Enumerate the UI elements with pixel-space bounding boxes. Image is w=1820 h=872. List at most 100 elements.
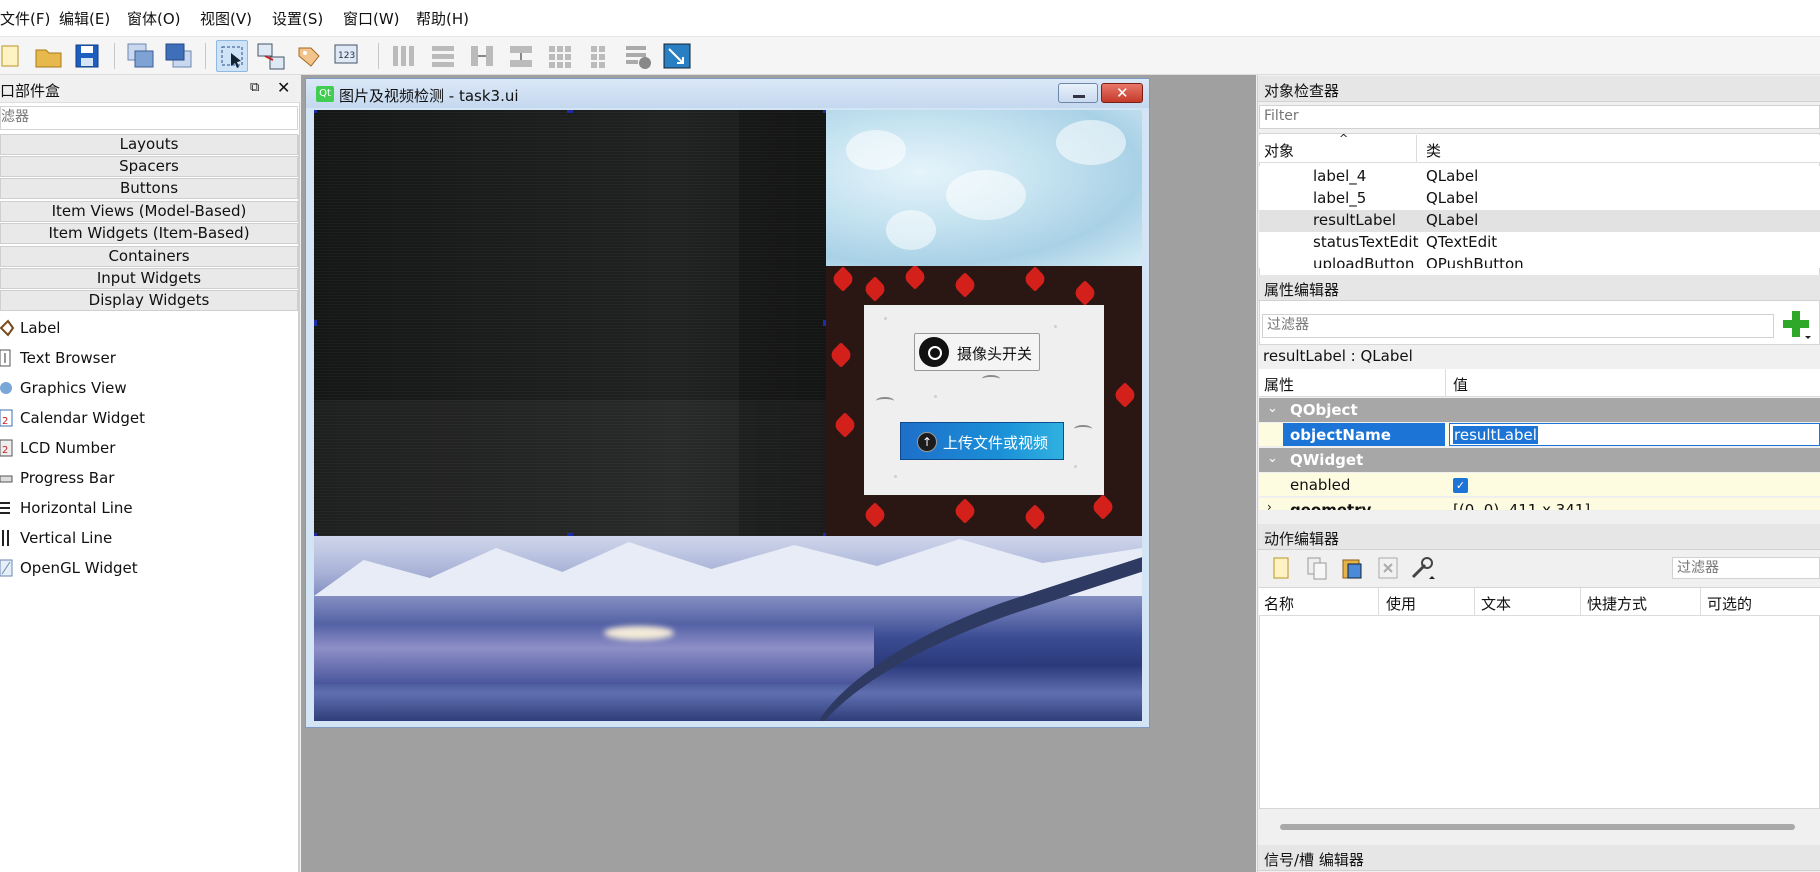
form-window[interactable]: Qt 图片及视频检测 - task3.ui ✕ 摄像头开关 ↑ 上传文件或视频 bbox=[305, 78, 1150, 728]
edit-tab-order-icon[interactable]: 123 bbox=[332, 40, 364, 72]
object-row[interactable]: statusTextEdit QTextEdit bbox=[1259, 232, 1820, 254]
menu-window[interactable]: 窗口(W) bbox=[343, 8, 400, 29]
widget-item-progress-bar[interactable]: Progress Bar bbox=[0, 463, 298, 493]
layout-grid-icon[interactable] bbox=[544, 40, 576, 72]
edit-widgets-icon[interactable] bbox=[216, 40, 248, 72]
widget-item-opengl[interactable]: OpenGL Widget bbox=[0, 553, 298, 583]
menu-help[interactable]: 帮助(H) bbox=[416, 8, 469, 29]
category-layouts[interactable]: Layouts bbox=[0, 134, 298, 155]
selection-handle[interactable] bbox=[567, 110, 573, 113]
paste-action-icon[interactable] bbox=[1339, 555, 1365, 581]
action-column-text[interactable]: 文本 bbox=[1481, 593, 1511, 614]
category-spacers[interactable]: Spacers bbox=[0, 156, 298, 177]
property-name: objectName bbox=[1290, 426, 1391, 444]
property-row-geometry[interactable]: › geometry [(0, 0), 411 x 341] bbox=[1259, 498, 1820, 511]
property-group-qobject[interactable]: ⌄ QObject bbox=[1259, 398, 1820, 422]
widget-box-filter[interactable] bbox=[0, 106, 298, 130]
class-column-header[interactable]: 类 bbox=[1426, 140, 1441, 161]
camera-toggle-button[interactable]: 摄像头开关 bbox=[914, 333, 1040, 371]
new-file-icon[interactable] bbox=[0, 40, 32, 72]
object-row[interactable]: uploadButton QPushButton bbox=[1259, 254, 1820, 268]
action-filter[interactable] bbox=[1672, 557, 1820, 579]
menu-form[interactable]: 窗体(O) bbox=[127, 8, 181, 29]
property-context: resultLabel : QLabel bbox=[1263, 347, 1413, 365]
float-icon[interactable]: ⧉ bbox=[250, 80, 259, 95]
property-value[interactable]: resultLabel bbox=[1453, 426, 1538, 444]
widget-item-vertical-line[interactable]: Vertical Line bbox=[0, 523, 298, 553]
action-column-checkable[interactable]: 可选的 bbox=[1707, 593, 1752, 614]
property-row-enabled[interactable]: enabled ✓ bbox=[1259, 473, 1820, 497]
edit-signals-slots-icon[interactable] bbox=[255, 40, 287, 72]
property-filter-input[interactable] bbox=[1263, 315, 1748, 335]
close-window-button[interactable]: ✕ bbox=[1101, 83, 1143, 103]
action-column-shortcut[interactable]: 快捷方式 bbox=[1587, 593, 1647, 614]
break-layout-icon[interactable] bbox=[622, 40, 654, 72]
selection-handle[interactable] bbox=[314, 320, 317, 326]
object-column-header[interactable]: 对象 bbox=[1264, 140, 1294, 161]
minimize-button[interactable] bbox=[1058, 83, 1098, 103]
widget-item-lcd-number[interactable]: 2 LCD Number bbox=[0, 433, 298, 463]
value-column-header[interactable]: 值 bbox=[1453, 374, 1468, 395]
open-folder-icon[interactable] bbox=[33, 40, 65, 72]
adjust-size-icon[interactable] bbox=[661, 40, 693, 72]
widget-item-label[interactable]: Label bbox=[0, 313, 298, 343]
action-filter-input[interactable] bbox=[1673, 558, 1812, 578]
menu-settings[interactable]: 设置(S) bbox=[272, 8, 323, 29]
object-row[interactable]: label_4 QLabel bbox=[1259, 166, 1820, 188]
configure-icon[interactable] bbox=[1409, 555, 1435, 581]
object-row-selected[interactable]: resultLabel QLabel bbox=[1259, 210, 1820, 232]
widget-item-calendar[interactable]: 2 Calendar Widget bbox=[0, 403, 298, 433]
layout-horizontal-icon[interactable] bbox=[388, 40, 420, 72]
property-column-header[interactable]: 属性 bbox=[1264, 374, 1294, 395]
maple-leaf bbox=[952, 498, 978, 524]
delete-action-icon[interactable] bbox=[1375, 555, 1401, 581]
widget-item-graphics-view[interactable]: Graphics View bbox=[0, 373, 298, 403]
category-item-widgets[interactable]: Item Widgets (Item-Based) bbox=[0, 223, 298, 244]
edit-buddies-icon[interactable] bbox=[293, 40, 325, 72]
enabled-checkbox[interactable]: ✓ bbox=[1453, 478, 1468, 493]
form-canvas[interactable]: 摄像头开关 ↑ 上传文件或视频 bbox=[314, 110, 1142, 721]
menu-file[interactable]: 文件(F) bbox=[0, 8, 50, 29]
upload-button[interactable]: ↑ 上传文件或视频 bbox=[900, 422, 1064, 460]
layout-form-icon[interactable] bbox=[583, 40, 615, 72]
action-column-name[interactable]: 名称 bbox=[1264, 593, 1294, 614]
widget-item-text-browser[interactable]: Text Browser bbox=[0, 343, 298, 373]
close-icon[interactable]: ✕ bbox=[277, 78, 290, 97]
add-dynamic-property-button[interactable] bbox=[1781, 309, 1811, 339]
property-filter[interactable] bbox=[1262, 314, 1774, 338]
category-buttons[interactable]: Buttons bbox=[0, 178, 298, 199]
object-inspector-filter-input[interactable] bbox=[1260, 106, 1792, 126]
property-name: geometry bbox=[1290, 501, 1372, 511]
property-row-objectname[interactable]: objectName resultLabel bbox=[1259, 423, 1820, 447]
action-column-used[interactable]: 使用 bbox=[1386, 593, 1416, 614]
bird-decoration bbox=[1074, 425, 1092, 433]
result-label-video-area[interactable] bbox=[314, 110, 826, 536]
new-action-icon[interactable] bbox=[1268, 555, 1294, 581]
save-icon[interactable] bbox=[72, 40, 104, 72]
object-row[interactable]: label_5 QLabel bbox=[1259, 188, 1820, 210]
category-containers[interactable]: Containers bbox=[0, 246, 298, 267]
copy-action-icon[interactable] bbox=[1304, 555, 1330, 581]
layout-vertical-icon[interactable] bbox=[427, 40, 459, 72]
send-to-back-icon[interactable] bbox=[125, 40, 157, 72]
collapse-icon[interactable]: ⌄ bbox=[1267, 401, 1278, 416]
menu-edit[interactable]: 编辑(E) bbox=[59, 8, 110, 29]
signal-slot-editor-title: 信号/槽 编辑器 bbox=[1264, 851, 1364, 869]
layout-vertical-splitter-icon[interactable] bbox=[505, 40, 537, 72]
selection-handle[interactable] bbox=[314, 110, 317, 113]
category-input-widgets[interactable]: Input Widgets bbox=[0, 268, 298, 289]
widget-box-filter-input[interactable] bbox=[1, 107, 291, 127]
bring-to-front-icon[interactable] bbox=[163, 40, 195, 72]
horizontal-scrollbar[interactable] bbox=[1280, 824, 1795, 830]
lake bbox=[314, 624, 874, 684]
form-titlebar[interactable]: Qt 图片及视频检测 - task3.ui ✕ bbox=[306, 79, 1149, 108]
object-inspector-filter[interactable] bbox=[1259, 105, 1820, 129]
layout-horizontal-splitter-icon[interactable] bbox=[466, 40, 498, 72]
collapse-icon[interactable]: ⌄ bbox=[1267, 451, 1278, 466]
expand-icon[interactable]: › bbox=[1267, 500, 1272, 510]
widget-item-horizontal-line[interactable]: Horizontal Line bbox=[0, 493, 298, 523]
menu-view[interactable]: 视图(V) bbox=[200, 8, 252, 29]
category-item-views[interactable]: Item Views (Model-Based) bbox=[0, 201, 298, 222]
property-group-qwidget[interactable]: ⌄ QWidget bbox=[1259, 448, 1820, 472]
category-display-widgets[interactable]: Display Widgets bbox=[0, 290, 298, 311]
